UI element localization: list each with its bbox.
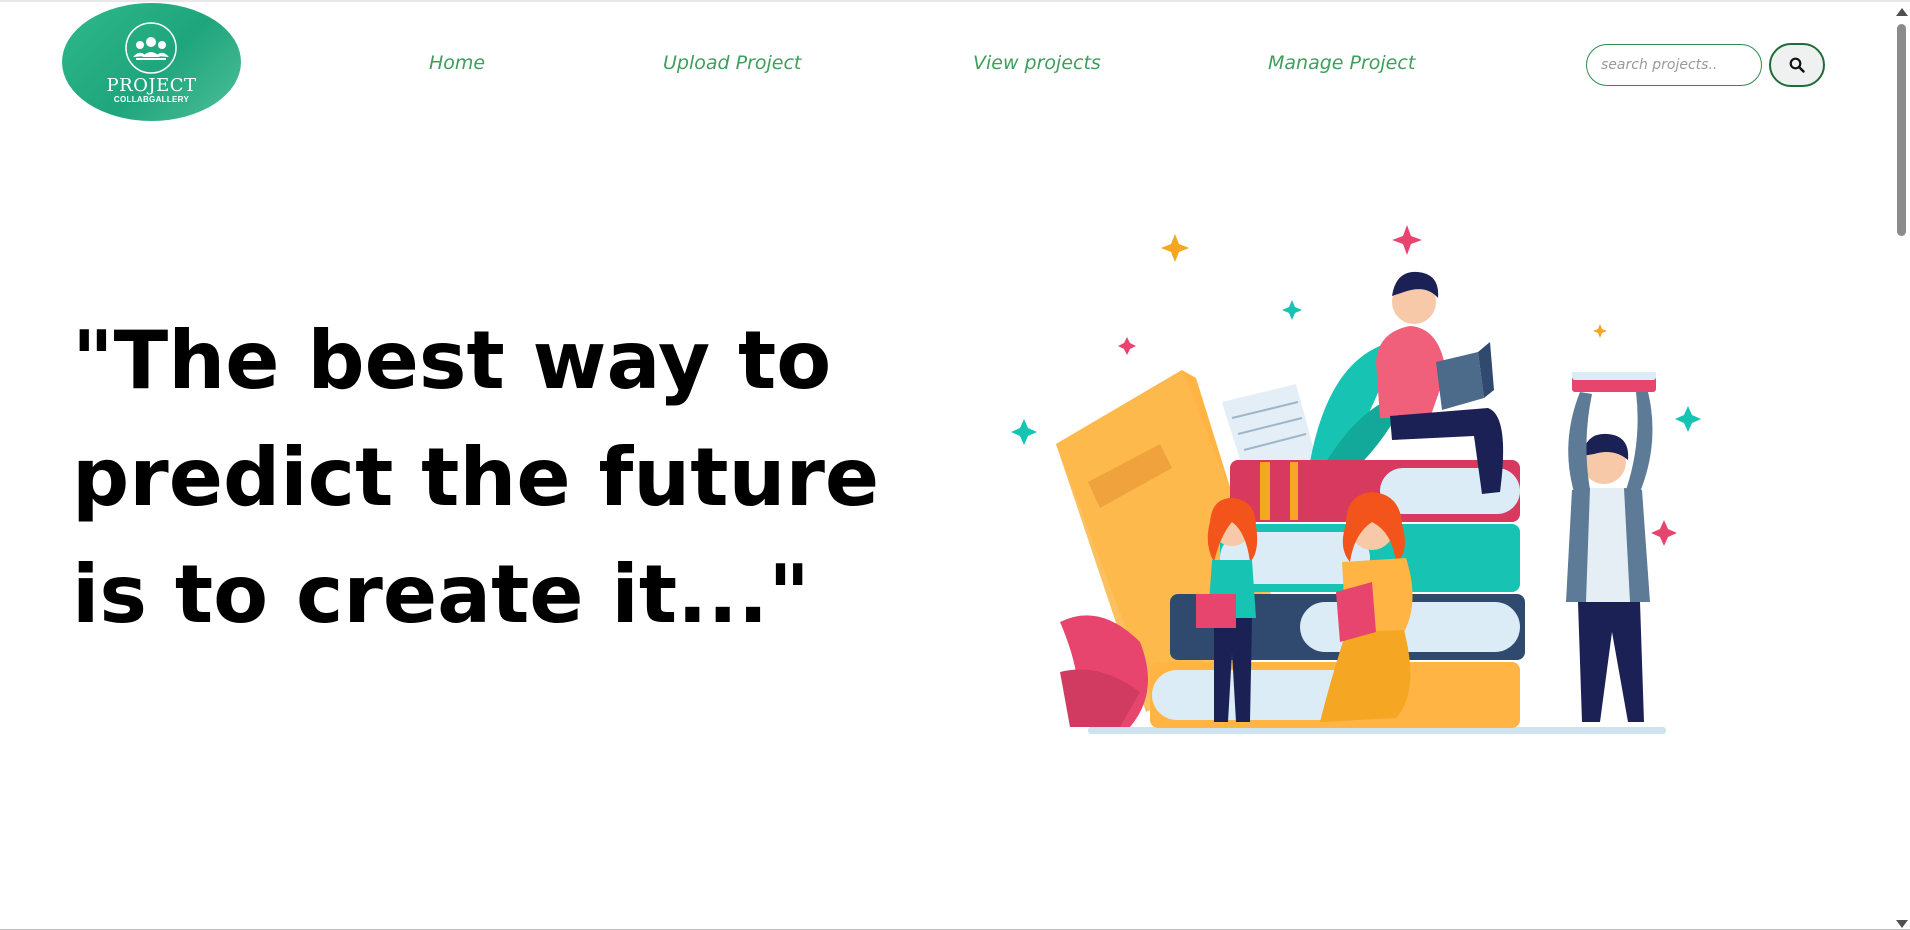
page: PROJECT COLLABGALLERY Home Upload Projec… [0, 0, 1910, 930]
nav-home[interactable]: Home [429, 52, 485, 74]
logo-title: PROJECT [106, 75, 197, 96]
scroll-up-arrow-icon[interactable] [1896, 8, 1908, 16]
team-emblem-icon [125, 22, 177, 74]
logo[interactable]: PROJECT COLLABGALLERY [62, 3, 241, 121]
logo-subtitle: COLLABGALLERY [113, 95, 190, 104]
people-reading-books-illustration [1011, 225, 1701, 734]
scroll-down-arrow-icon[interactable] [1896, 920, 1908, 928]
search-icon [1789, 57, 1805, 73]
scroll-thumb[interactable] [1897, 24, 1906, 236]
page-scrollbar[interactable] [1893, 2, 1910, 929]
nav-view-projects[interactable]: View projects [973, 52, 1101, 74]
hero-quote: "The best way to predict the future is t… [72, 314, 880, 641]
nav-upload-project[interactable]: Upload Project [663, 52, 801, 74]
nav-manage-project[interactable]: Manage Project [1268, 52, 1415, 74]
search-input[interactable] [1586, 44, 1762, 86]
search-button[interactable] [1769, 43, 1825, 87]
